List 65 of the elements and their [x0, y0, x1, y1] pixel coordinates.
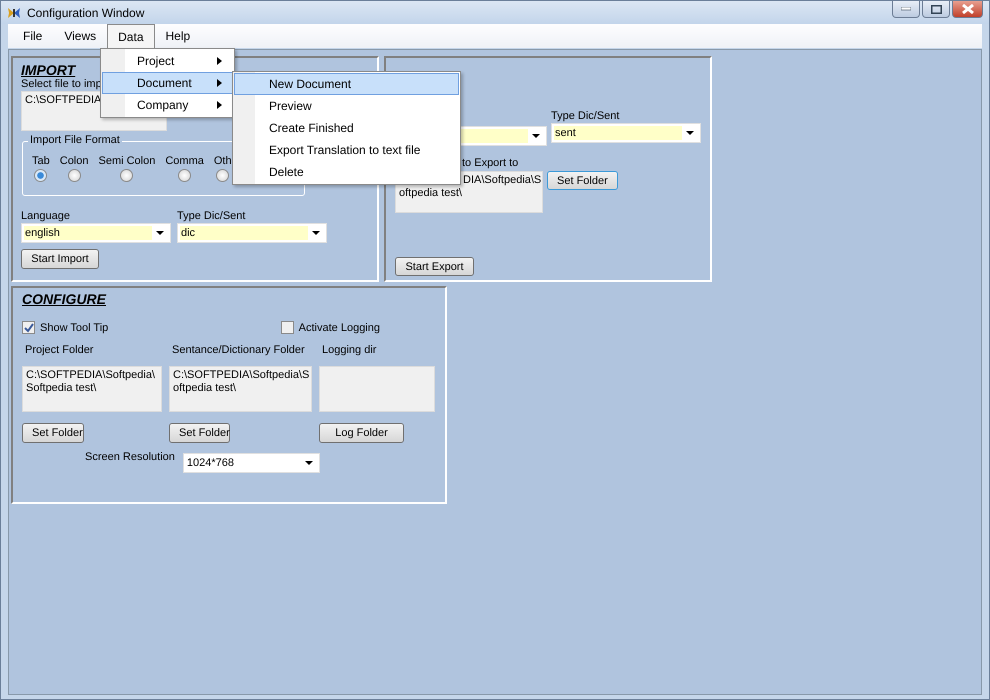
menu-item[interactable]: Views: [53, 24, 108, 48]
checkbox-label: Show Tool Tip: [40, 322, 108, 334]
menu-item[interactable]: Data: [107, 24, 154, 48]
submenu-arrow-icon: [217, 101, 222, 109]
window-title: Configuration Window: [27, 6, 144, 20]
menu-item[interactable]: Help: [154, 24, 202, 48]
radio-button[interactable]: [178, 169, 192, 182]
dropdown-arrow-icon: [156, 231, 164, 235]
close-icon: [962, 4, 974, 14]
folder-button[interactable]: Log Folder: [319, 423, 404, 443]
radio-label: Semi Colon: [98, 155, 156, 167]
radio-label: Tab: [32, 155, 50, 167]
menu-item[interactable]: Document: [102, 72, 233, 94]
folder-path-field[interactable]: C:\SOFTPEDIA\Softpedia\ Softpedia test\: [22, 366, 162, 412]
dropdown-arrow-icon: [532, 134, 540, 138]
field-label: to Export to: [462, 157, 518, 169]
radio-label: Colon: [60, 155, 88, 167]
checkbox[interactable]: [22, 321, 35, 334]
radio-button[interactable]: [120, 169, 134, 182]
folder-button[interactable]: Set Folder: [169, 423, 230, 443]
radio-button[interactable]: [34, 169, 48, 182]
set-folder-button[interactable]: Set Folder: [547, 171, 618, 190]
menu-item[interactable]: New Document: [234, 73, 459, 95]
dropdown-arrow-icon: [312, 231, 320, 235]
resolution-dropdown[interactable]: 1024*768: [182, 453, 320, 473]
dropdown-arrow-icon: [686, 131, 694, 135]
field-label: Type Dic/Sent: [551, 110, 620, 122]
menu-item[interactable]: File: [12, 24, 54, 48]
maximize-button[interactable]: [922, 1, 950, 18]
radio-button[interactable]: [216, 169, 230, 182]
panel-title: IMPORT: [21, 62, 76, 78]
field-label: Sentance/Dictionary Folder: [172, 344, 305, 356]
close-button[interactable]: [952, 1, 983, 18]
checkbox-label: Activate Logging: [298, 322, 380, 334]
maximize-icon: [930, 4, 942, 14]
submenu-arrow-icon: [217, 79, 222, 87]
start-export-button[interactable]: Start Export: [395, 257, 474, 276]
panel-title: CONFIGURE: [22, 291, 106, 307]
butterfly-icon: [7, 6, 21, 18]
field-label: Type Dic/Sent: [177, 210, 246, 222]
type-dropdown[interactable]: dic: [177, 223, 327, 243]
menu-item[interactable]: Project: [102, 50, 233, 72]
folder-path-field[interactable]: C:\SOFTPEDIA\Softpedia\S oftpedia test\: [169, 366, 312, 412]
checkmark-icon: [24, 322, 34, 332]
language-dropdown[interactable]: english: [21, 223, 171, 243]
menu-item[interactable]: Export Translation to text file: [234, 139, 459, 161]
type-dropdown[interactable]: sent: [551, 123, 701, 143]
radio-label: Comma: [165, 155, 204, 167]
minimize-icon: [901, 7, 911, 11]
folder-button[interactable]: Set Folder: [22, 423, 84, 443]
dropdown-arrow-icon: [304, 461, 313, 465]
submenu-arrow-icon: [217, 57, 222, 65]
folder-path-field[interactable]: [319, 366, 435, 412]
group-title: Import File Format: [28, 134, 122, 146]
field-label: Logging dir: [322, 344, 376, 356]
minimize-button[interactable]: [892, 1, 920, 18]
menu-item[interactable]: Preview: [234, 95, 459, 117]
menu-item[interactable]: Create Finished: [234, 117, 459, 139]
field-label: Language: [21, 210, 70, 222]
start-import-button[interactable]: Start Import: [21, 249, 99, 269]
checkbox[interactable]: [280, 321, 294, 334]
field-label: Screen Resolution: [85, 451, 175, 463]
radio-label: Oth: [214, 155, 232, 167]
field-label: Project Folder: [25, 344, 94, 356]
radio-button[interactable]: [68, 169, 81, 182]
